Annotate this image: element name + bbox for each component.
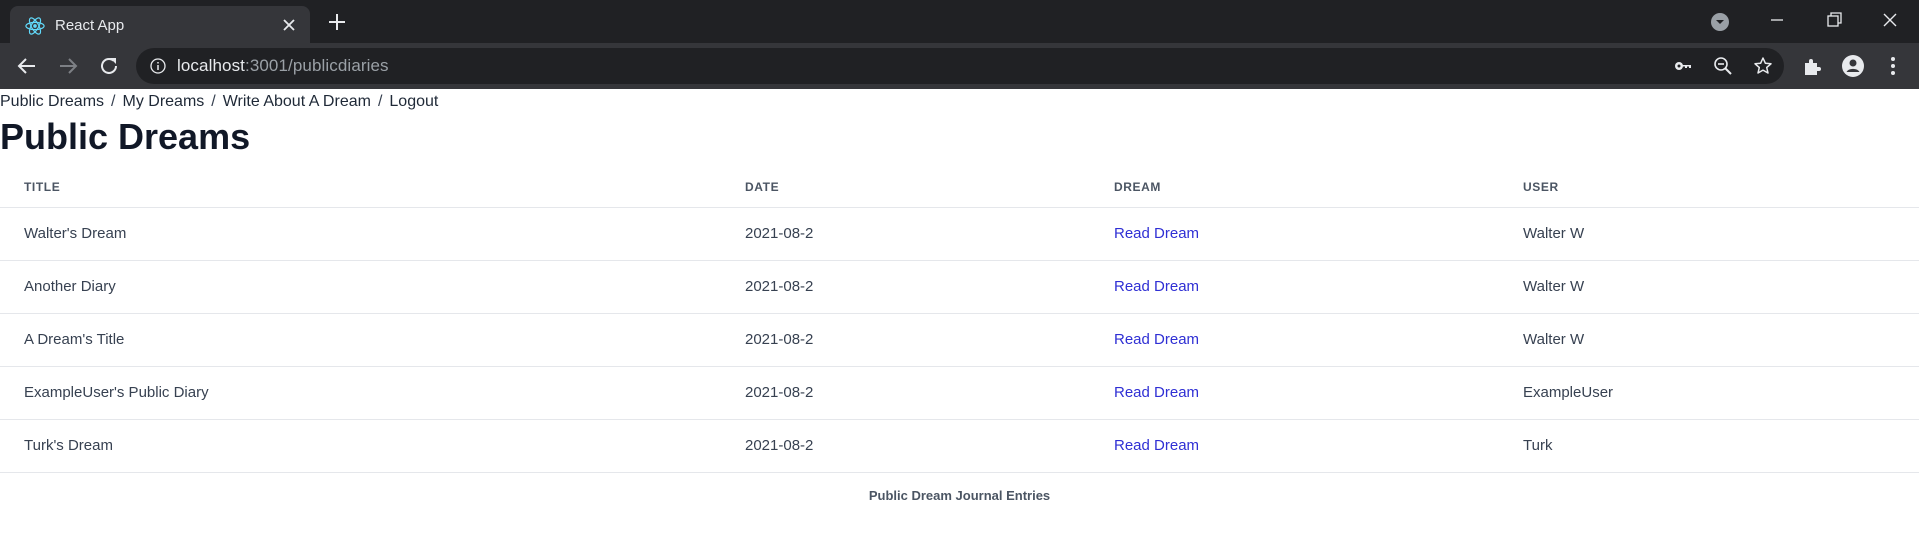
star-icon[interactable] (1753, 56, 1773, 76)
cell-title: Another Diary (0, 260, 721, 314)
cell-dream: Read Dream (1090, 366, 1499, 420)
cell-title: A Dream's Title (0, 313, 721, 367)
read-dream-link[interactable]: Read Dream (1114, 225, 1199, 242)
key-icon[interactable] (1673, 56, 1693, 76)
browser-toolbar: localhost:3001/publicdiaries (0, 43, 1919, 89)
info-icon[interactable] (150, 58, 166, 74)
kebab-menu-icon[interactable] (1881, 54, 1905, 78)
dreams-table: TITLE DATE DREAM USER Walter's Dream 202… (0, 167, 1919, 473)
column-header-dream: DREAM (1090, 167, 1499, 208)
cell-dream: Read Dream (1090, 260, 1499, 314)
read-dream-link[interactable]: Read Dream (1114, 331, 1199, 348)
page-title: Public Dreams (0, 116, 251, 157)
column-header-date: DATE (721, 167, 1090, 208)
cell-user: Walter W (1499, 207, 1919, 261)
cell-dream: Read Dream (1090, 419, 1499, 473)
cell-date: 2021-08-2 (721, 207, 1090, 261)
read-dream-link[interactable]: Read Dream (1114, 437, 1199, 454)
restore-icon[interactable] (1822, 8, 1846, 32)
cell-title: Turk's Dream (0, 419, 721, 473)
table-row: ExampleUser's Public Diary 2021-08-2 Rea… (0, 366, 1919, 420)
table-row: Walter's Dream 2021-08-2 Read Dream Walt… (0, 207, 1919, 261)
address-bar[interactable]: localhost:3001/publicdiaries (136, 48, 1784, 84)
plus-icon[interactable] (326, 11, 348, 33)
tab-title: React App (55, 17, 125, 34)
nav-logout[interactable]: Logout (389, 93, 438, 110)
tab-search-icon[interactable] (1710, 12, 1730, 32)
breadcrumb-separator: / (111, 93, 116, 110)
close-icon[interactable] (281, 17, 297, 33)
profile-icon[interactable] (1841, 54, 1865, 78)
url-host: localhost (177, 56, 245, 75)
cell-user: ExampleUser (1499, 366, 1919, 420)
table-caption: Public Dream Journal Entries (868, 488, 1051, 503)
cell-user: Turk (1499, 419, 1919, 473)
cell-date: 2021-08-2 (721, 419, 1090, 473)
minimize-icon[interactable] (1765, 8, 1789, 32)
browser-tabstrip: React App (0, 0, 1919, 43)
cell-dream: Read Dream (1090, 313, 1499, 367)
cell-date: 2021-08-2 (721, 260, 1090, 314)
cell-user: Walter W (1499, 260, 1919, 314)
back-icon[interactable] (15, 54, 39, 78)
cell-title: ExampleUser's Public Diary (0, 366, 721, 420)
cell-user: Walter W (1499, 313, 1919, 367)
react-logo-icon (25, 17, 45, 35)
cell-title: Walter's Dream (0, 207, 721, 261)
column-header-user: USER (1499, 167, 1919, 208)
nav-write-dream[interactable]: Write About A Dream (223, 93, 371, 110)
column-header-title: TITLE (0, 167, 721, 208)
zoom-out-icon[interactable] (1713, 56, 1733, 76)
browser-tab[interactable]: React App (10, 6, 310, 43)
nav-my-dreams[interactable]: My Dreams (122, 93, 204, 110)
table-header-row: TITLE DATE DREAM USER (0, 167, 1919, 208)
breadcrumb-separator: / (211, 93, 216, 110)
reload-icon[interactable] (97, 54, 121, 78)
breadcrumb: Public Dreams / My Dreams / Write About A Dr… (0, 92, 438, 112)
table-row: Turk's Dream 2021-08-2 Read Dream Turk (0, 419, 1919, 473)
cell-date: 2021-08-2 (721, 366, 1090, 420)
window-close-icon[interactable] (1878, 8, 1902, 32)
read-dream-link[interactable]: Read Dream (1114, 384, 1199, 401)
table-row: A Dream's Title 2021-08-2 Read Dream Wal… (0, 313, 1919, 367)
url-text[interactable]: localhost:3001/publicdiaries (177, 56, 389, 76)
page-content: Public Dreams / My Dreams / Write About A Dr… (0, 89, 1919, 550)
nav-public-dreams[interactable]: Public Dreams (0, 93, 104, 110)
forward-icon[interactable] (56, 54, 80, 78)
read-dream-link[interactable]: Read Dream (1114, 278, 1199, 295)
cell-date: 2021-08-2 (721, 313, 1090, 367)
breadcrumb-separator: / (377, 93, 383, 110)
url-path: :3001/publicdiaries (245, 56, 389, 75)
cell-dream: Read Dream (1090, 207, 1499, 261)
extensions-icon[interactable] (1800, 54, 1824, 78)
table-row: Another Diary 2021-08-2 Read Dream Walte… (0, 260, 1919, 314)
